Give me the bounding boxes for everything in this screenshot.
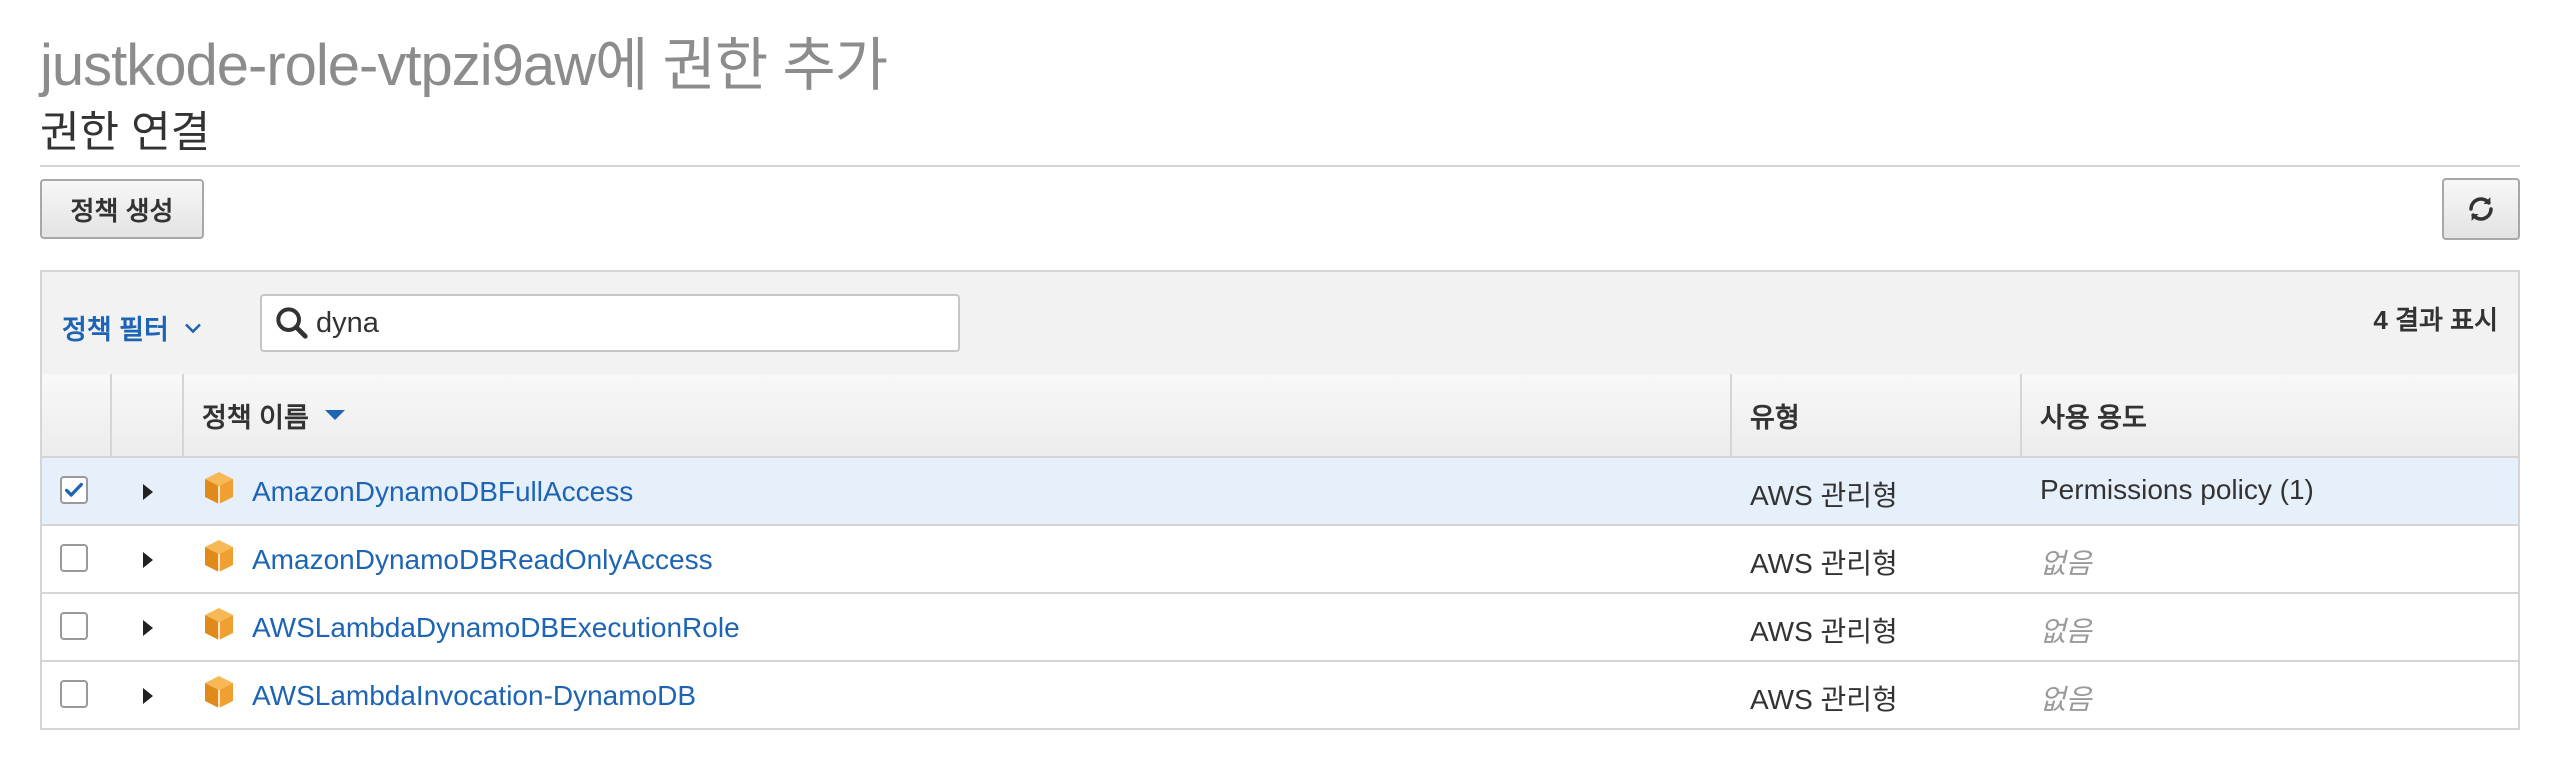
- row-checkbox[interactable]: [60, 680, 88, 708]
- row-checkbox[interactable]: [60, 544, 88, 572]
- column-header-type[interactable]: 유형: [1730, 374, 2020, 456]
- policy-box-icon: [205, 676, 233, 708]
- policy-name-link[interactable]: AmazonDynamoDBReadOnlyAccess: [252, 544, 713, 576]
- create-policy-button[interactable]: 정책 생성: [40, 179, 204, 239]
- search-box[interactable]: [260, 294, 960, 352]
- column-header-type-label: 유형: [1750, 402, 1800, 433]
- column-header-name[interactable]: 정책 이름: [182, 374, 1730, 456]
- search-icon: [276, 307, 308, 339]
- filter-bar: 정책 필터 4 결과 표시: [42, 272, 2518, 376]
- expand-arrow-icon[interactable]: [140, 618, 156, 638]
- policy-box-icon: [205, 608, 233, 640]
- column-divider: [110, 374, 112, 456]
- row-checkbox[interactable]: [60, 476, 88, 504]
- sort-desc-icon: [324, 410, 345, 420]
- policy-usage: 없음: [2040, 548, 2092, 579]
- policy-name-link[interactable]: AWSLambdaInvocation-DynamoDB: [252, 680, 696, 712]
- table-row[interactable]: AmazonDynamoDBReadOnlyAccess AWS 관리형 없음: [42, 526, 2518, 594]
- table-row[interactable]: AmazonDynamoDBFullAccess AWS 관리형 Permiss…: [42, 458, 2518, 526]
- expand-arrow-icon[interactable]: [140, 686, 156, 706]
- policy-table: 정책 필터 4 결과 표시 정책 이름 유형 사용: [40, 270, 2520, 730]
- policy-type: AWS 관리형: [1750, 548, 1898, 579]
- section-title: 권한 연결: [40, 109, 211, 157]
- policy-filter-dropdown[interactable]: 정책 필터: [62, 308, 207, 347]
- policy-type: AWS 관리형: [1750, 480, 1898, 511]
- chevron-down-icon: [184, 323, 201, 333]
- policy-name-link[interactable]: AWSLambdaDynamoDBExecutionRole: [252, 612, 740, 644]
- policy-box-icon: [205, 472, 233, 504]
- expand-arrow-icon[interactable]: [140, 550, 156, 570]
- policy-usage: Permissions policy (1): [2040, 474, 2314, 505]
- policy-filter-label: 정책 필터: [62, 315, 169, 345]
- policy-usage: 없음: [2040, 684, 2092, 715]
- page-title: justkode-role-vtpzi9aw에 권한 추가: [40, 33, 888, 98]
- column-header-usage[interactable]: 사용 용도: [2020, 374, 2518, 456]
- table-row[interactable]: AWSLambdaInvocation-DynamoDB AWS 관리형 없음: [42, 662, 2518, 730]
- search-input[interactable]: [316, 306, 946, 340]
- checkmark-icon: [65, 482, 83, 497]
- refresh-button[interactable]: [2442, 178, 2520, 240]
- column-header-usage-label: 사용 용도: [2040, 402, 2147, 433]
- table-row[interactable]: AWSLambdaDynamoDBExecutionRole AWS 관리형 없…: [42, 594, 2518, 662]
- policy-usage: 없음: [2040, 616, 2092, 647]
- policy-type: AWS 관리형: [1750, 684, 1898, 715]
- divider: [40, 165, 2520, 167]
- row-checkbox[interactable]: [60, 612, 88, 640]
- table-header: 정책 이름 유형 사용 용도: [42, 374, 2518, 458]
- policy-box-icon: [205, 540, 233, 572]
- expand-arrow-icon[interactable]: [140, 482, 156, 502]
- refresh-icon: [2469, 197, 2493, 221]
- policy-type: AWS 관리형: [1750, 616, 1898, 647]
- policy-name-link[interactable]: AmazonDynamoDBFullAccess: [252, 476, 633, 508]
- result-count: 4 결과 표시: [2373, 305, 2498, 335]
- column-header-name-label: 정책 이름: [202, 402, 309, 433]
